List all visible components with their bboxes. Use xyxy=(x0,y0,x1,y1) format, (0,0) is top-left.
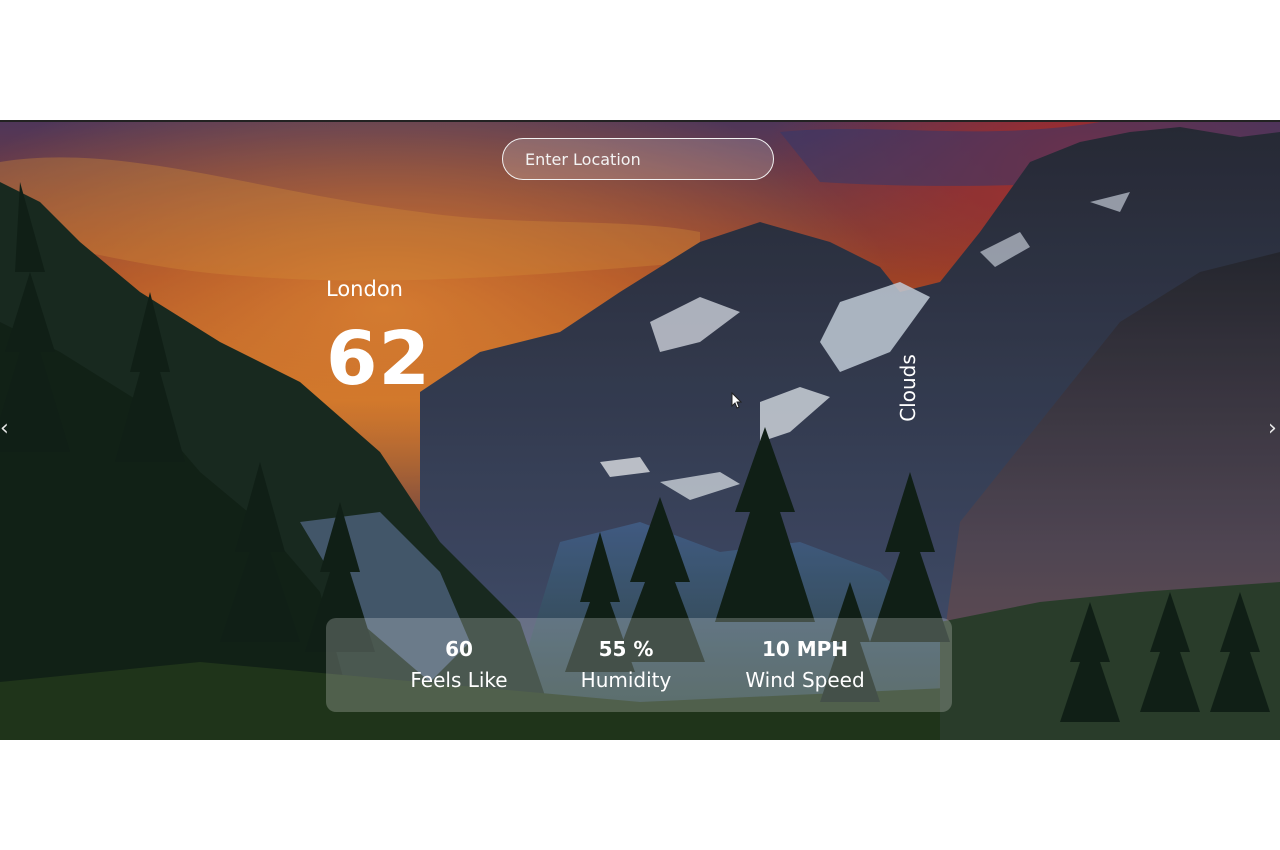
wind-speed-value: 10 MPH xyxy=(761,637,849,661)
city-name: London xyxy=(326,277,403,301)
location-search-input[interactable] xyxy=(502,138,774,180)
humidity-value: 55 % xyxy=(598,637,654,661)
wind-speed-stat: 10 MPH Wind Speed xyxy=(745,636,864,698)
temperature-value: 62 xyxy=(326,316,431,402)
chevron-left-icon[interactable]: ‹ xyxy=(0,418,9,440)
weather-description: Clouds xyxy=(896,354,920,422)
feels-like-label: Feels Like xyxy=(410,668,508,692)
humidity-label: Humidity xyxy=(580,668,672,692)
humidity-stat: 55 % Humidity xyxy=(581,636,672,698)
mouse-pointer-icon xyxy=(731,392,743,409)
weather-stats-panel: 60 Feels Like 55 % Humidity 10 MPH Wind … xyxy=(326,618,952,712)
chevron-right-icon[interactable]: › xyxy=(1268,418,1277,440)
weather-app: London 62 Clouds 60 Feels Like 55 % Humi… xyxy=(0,120,1280,740)
wind-speed-label: Wind Speed xyxy=(745,668,865,692)
feels-like-value: 60 xyxy=(445,637,473,661)
feels-like-stat: 60 Feels Like xyxy=(410,636,507,698)
